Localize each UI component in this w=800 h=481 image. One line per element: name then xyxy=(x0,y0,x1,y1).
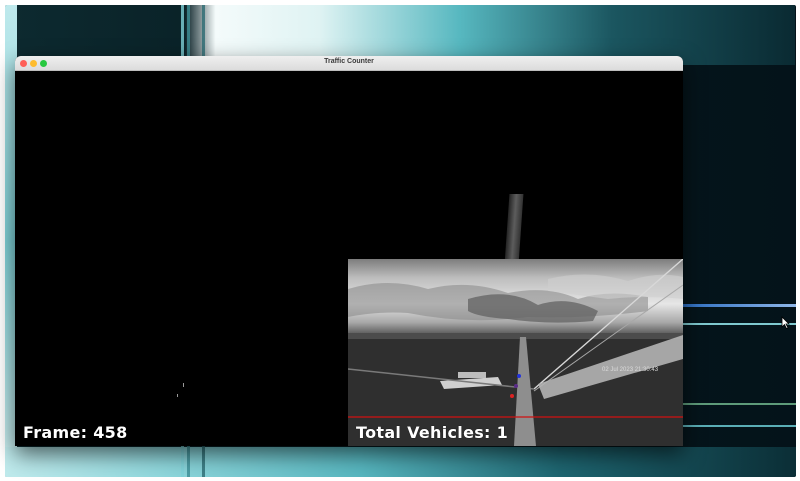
total-vehicles-count: 1 xyxy=(496,423,509,442)
window-titlebar[interactable]: Traffic Counter xyxy=(15,56,683,71)
wallpaper-bottom-edge xyxy=(5,447,796,477)
feed-timestamp: 02 Jul 2023 21:30:43 xyxy=(602,367,659,373)
wallpaper-line xyxy=(681,403,796,405)
wallpaper-line xyxy=(681,304,796,307)
bridge-pillar-ghost xyxy=(504,194,524,264)
ghost-mark xyxy=(177,394,178,397)
total-vehicles-label: Total Vehicles: xyxy=(356,423,491,442)
wallpaper-line xyxy=(681,425,796,427)
vehicle-counter: Total Vehicles: 1 xyxy=(356,423,508,442)
ghost-mark xyxy=(183,383,184,387)
camera-feed-scene xyxy=(348,259,683,446)
video-canvas: Frame: 458 Total Vehicles: 1 xyxy=(15,71,683,446)
frame-counter: Frame: 458 xyxy=(23,423,128,442)
mouse-cursor-icon xyxy=(781,316,790,329)
window-title: Traffic Counter xyxy=(324,58,374,65)
camera-feed xyxy=(348,259,683,446)
wallpaper-line xyxy=(681,323,796,325)
frame-number: 458 xyxy=(93,423,128,442)
frame-label: Frame: xyxy=(23,423,88,442)
traffic-counter-window[interactable]: Traffic Counter Frame: 458 Total Vehicle… xyxy=(15,56,683,446)
